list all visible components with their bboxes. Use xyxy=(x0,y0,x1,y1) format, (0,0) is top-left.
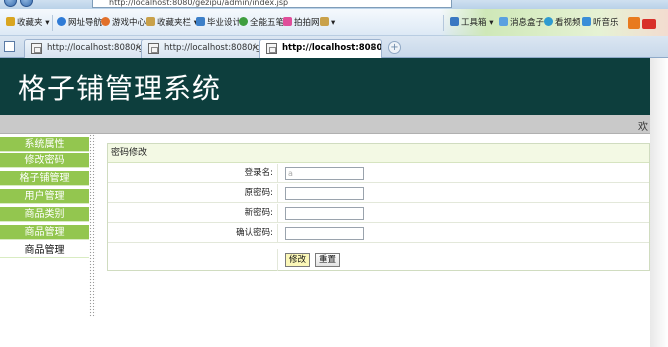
sidebar: 系统属性 修改密码 格子铺管理 用户管理 商品类别 商品管理 商品管理 xyxy=(0,134,90,347)
fav-item-more[interactable]: ▾ xyxy=(320,16,335,30)
fav-item-wubi[interactable]: 全能五笔 xyxy=(239,16,284,30)
sidebar-item-change-password[interactable]: 修改密码 xyxy=(0,153,89,168)
form-row-login: 登录名: xyxy=(108,164,649,183)
close-icon[interactable]: × xyxy=(251,40,259,57)
close-icon[interactable]: × xyxy=(369,40,377,57)
form-actions: 修改 重置 xyxy=(108,249,649,271)
paipai-icon xyxy=(283,17,292,26)
sidebar-item-user-management[interactable]: 用户管理 xyxy=(0,189,89,204)
fav-item-graduation[interactable]: 毕业设计 xyxy=(196,16,241,30)
actions-label-cell xyxy=(108,249,278,271)
old-password-input[interactable] xyxy=(285,187,364,200)
extension-icon[interactable] xyxy=(628,17,640,29)
tab-list-icon[interactable] xyxy=(4,41,15,52)
fav-item-nav[interactable]: 网址导航 xyxy=(57,16,102,30)
badge-icon[interactable] xyxy=(642,19,656,29)
page-icon xyxy=(196,17,205,26)
page-title: 格子铺管理系统 xyxy=(18,72,222,105)
music-icon xyxy=(582,17,591,26)
fav-item-games[interactable]: 游戏中心 xyxy=(101,16,146,30)
address-strip: http://localhost:8080/gezipu/admin/index… xyxy=(0,0,668,9)
toolbox-button[interactable]: 工具箱 ▾ xyxy=(450,16,493,30)
star-icon xyxy=(6,17,15,26)
page-edge xyxy=(650,58,668,347)
globe-icon xyxy=(57,17,66,26)
tab-bar: http://localhost:8080/g... × http://loca… xyxy=(0,36,668,59)
password-form: 密码修改 登录名: 原密码: 新密码: 确认密码: 修改 重置 xyxy=(107,143,650,271)
folder-icon xyxy=(320,17,329,26)
video-icon xyxy=(544,17,553,26)
confirm-password-input[interactable] xyxy=(285,227,364,240)
new-tab-button[interactable]: + xyxy=(388,41,401,54)
game-icon xyxy=(101,17,110,26)
folder-icon xyxy=(146,17,155,26)
sidebar-splitter[interactable] xyxy=(89,134,96,317)
sidebar-item-product-category[interactable]: 商品类别 xyxy=(0,207,89,222)
page-icon xyxy=(31,43,42,54)
sidebar-item-product-management-2[interactable]: 商品管理 xyxy=(0,243,89,258)
video-button[interactable]: 看视频 xyxy=(544,16,581,30)
tab-2[interactable]: http://localhost:8080/g... × xyxy=(141,39,264,58)
login-name-label: 登录名: xyxy=(108,164,278,183)
favorites-bar: 收藏夹 ▾ 网址导航 游戏中心 收藏夹栏 ▾ 毕业设计 全能五笔 拍拍网 ▾ 工… xyxy=(0,9,668,36)
old-password-label: 原密码: xyxy=(108,184,278,203)
address-bar[interactable]: http://localhost:8080/gezipu/admin/index… xyxy=(92,0,452,8)
input-icon xyxy=(239,17,248,26)
info-bar: 欢 xyxy=(0,115,650,134)
toolbox-icon xyxy=(450,17,459,26)
tab-1[interactable]: http://localhost:8080/g... × xyxy=(24,39,147,58)
music-button[interactable]: 听音乐 xyxy=(582,16,619,30)
welcome-text: 欢 xyxy=(638,122,648,133)
message-icon xyxy=(499,17,508,26)
new-password-label: 新密码: xyxy=(108,204,278,223)
form-row-old-password: 原密码: xyxy=(108,184,649,203)
login-name-input[interactable] xyxy=(285,167,364,180)
divider xyxy=(52,15,53,31)
fav-item-paipai[interactable]: 拍拍网 xyxy=(283,16,320,30)
fav-item-favbar[interactable]: 收藏夹栏 ▾ xyxy=(146,16,198,30)
sidebar-item-system-properties[interactable]: 系统属性 xyxy=(0,137,89,152)
sidebar-item-product-management[interactable]: 商品管理 xyxy=(0,225,89,240)
page-icon xyxy=(148,43,159,54)
submit-button[interactable]: 修改 xyxy=(285,253,311,267)
fav-item-favorites[interactable]: 收藏夹 ▾ xyxy=(6,16,49,30)
tab-active[interactable]: http://localhost:8080/... × xyxy=(259,39,382,59)
back-button[interactable] xyxy=(4,0,17,7)
form-heading: 密码修改 xyxy=(108,144,649,163)
app-header: 格子铺管理系统 xyxy=(0,58,650,115)
form-row-new-password: 新密码: xyxy=(108,204,649,223)
confirm-password-label: 确认密码: xyxy=(108,224,278,243)
message-box-button[interactable]: 消息盒子 xyxy=(499,16,544,30)
forward-button[interactable] xyxy=(20,0,33,7)
divider xyxy=(443,15,444,31)
form-row-confirm-password: 确认密码: xyxy=(108,224,649,243)
reset-button[interactable]: 重置 xyxy=(315,253,341,267)
page-icon xyxy=(266,43,277,54)
new-password-input[interactable] xyxy=(285,207,364,220)
sidebar-item-shop-management[interactable]: 格子铺管理 xyxy=(0,171,89,186)
